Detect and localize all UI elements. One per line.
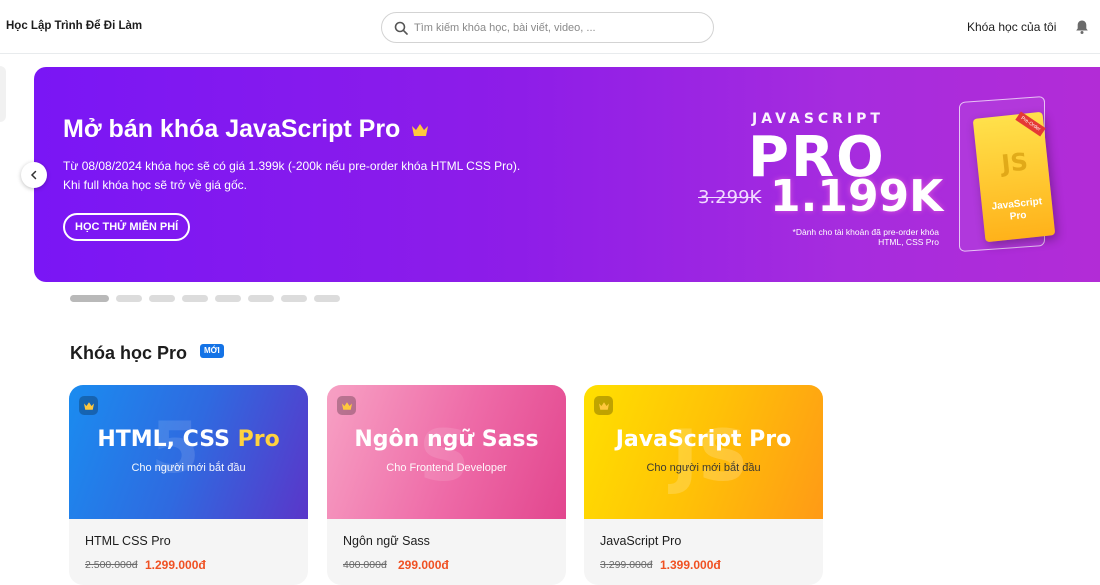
- promo-new-price: 1.199K: [770, 171, 944, 222]
- course-old-price: 2.500.000đ: [85, 559, 138, 571]
- search-box[interactable]: [381, 12, 714, 43]
- course-price: 299.000đ: [398, 558, 449, 572]
- course-old-price: 400.000đ: [343, 559, 387, 571]
- banner-title-text: Mở bán khóa JavaScript Pro: [63, 115, 401, 143]
- banner-title: Mở bán khóa JavaScript Pro: [63, 115, 429, 145]
- course-price: 1.399.000đ: [660, 558, 721, 572]
- my-courses-link[interactable]: Khóa học của tôi: [967, 20, 1056, 34]
- chevron-left-icon: [29, 168, 39, 183]
- top-header: Học Lập Trình Để Đi Làm Khóa học của tôi: [0, 0, 1100, 54]
- course-card-html-css[interactable]: 5 HTML, CSS Pro Cho người mới bắt đầu HT…: [69, 385, 308, 585]
- free-trial-button[interactable]: HỌC THỬ MIỄN PHÍ: [63, 213, 191, 241]
- preorder-ribbon: Pre-Order: [1015, 111, 1046, 137]
- search-input[interactable]: [414, 21, 694, 34]
- new-badge: MỚI: [200, 344, 224, 358]
- slide-dot[interactable]: [314, 295, 340, 302]
- slide-dot[interactable]: [70, 295, 109, 302]
- course-price: 1.299.000đ: [145, 558, 206, 572]
- course-old-price: 3.299.000đ: [600, 559, 653, 571]
- slide-dot[interactable]: [248, 295, 274, 302]
- promo-old-price: 3.299K: [698, 187, 762, 208]
- slide-dot[interactable]: [182, 295, 208, 302]
- course-thumbnail[interactable]: JS JavaScript Pro Cho người mới bắt đầu: [584, 385, 823, 519]
- promo-note: *Dành cho tài khoản đã pre-order khóa HT…: [792, 227, 939, 247]
- course-book-image: Pre-Order JS JavaScript Pro: [972, 111, 1056, 243]
- crown-icon: [594, 396, 613, 415]
- thumbnail-subtitle: Cho Frontend Developer: [386, 462, 507, 474]
- thumbnail-subtitle: Cho người mới bắt đầu: [646, 462, 761, 474]
- thumbnail-title: Ngôn ngữ Sass: [354, 427, 539, 452]
- thumbnail-pro-label: Pro: [237, 427, 280, 452]
- course-card-javascript[interactable]: JS JavaScript Pro Cho người mới bắt đầu …: [584, 385, 823, 585]
- crown-icon: [79, 396, 98, 415]
- hero-banner[interactable]: Mở bán khóa JavaScript Pro Từ 08/08/2024…: [34, 67, 1100, 282]
- course-name[interactable]: JavaScript Pro: [600, 534, 681, 548]
- course-name[interactable]: Ngôn ngữ Sass: [343, 534, 430, 548]
- course-name[interactable]: HTML CSS Pro: [85, 534, 171, 548]
- brand-title[interactable]: Học Lập Trình Để Đi Làm: [6, 20, 142, 32]
- course-thumbnail[interactable]: S Ngôn ngữ Sass Cho Frontend Developer: [327, 385, 566, 519]
- crown-icon: [337, 396, 356, 415]
- thumbnail-subtitle: Cho người mới bắt đầu: [131, 462, 246, 474]
- thumbnail-title: HTML, CSS Pro: [69, 427, 308, 452]
- slide-dot[interactable]: [116, 295, 142, 302]
- banner-prev-button[interactable]: [21, 162, 47, 188]
- section-title: Khóa học Pro: [70, 343, 188, 363]
- book-title: JavaScript Pro: [991, 196, 1043, 223]
- slide-indicators: [70, 295, 340, 302]
- course-thumbnail[interactable]: 5 HTML, CSS Pro Cho người mới bắt đầu: [69, 385, 308, 519]
- book-js-mark: JS: [1000, 147, 1030, 179]
- thumbnail-pro-label: Pro: [749, 427, 792, 452]
- thumbnail-title: JavaScript Pro: [584, 427, 823, 452]
- slide-dot[interactable]: [281, 295, 307, 302]
- slide-dot[interactable]: [215, 295, 241, 302]
- thumbnail-title-text: JavaScript: [615, 427, 742, 452]
- search-icon: [394, 21, 408, 35]
- banner-description: Từ 08/08/2024 khóa học sẽ có giá 1.399k …: [63, 159, 521, 192]
- sidebar-stub: [0, 66, 6, 122]
- crown-icon: [411, 116, 429, 145]
- thumbnail-title-text: HTML, CSS: [97, 427, 230, 452]
- slide-dot[interactable]: [149, 295, 175, 302]
- bell-icon[interactable]: [1075, 19, 1089, 35]
- course-card-sass[interactable]: S Ngôn ngữ Sass Cho Frontend Developer N…: [327, 385, 566, 585]
